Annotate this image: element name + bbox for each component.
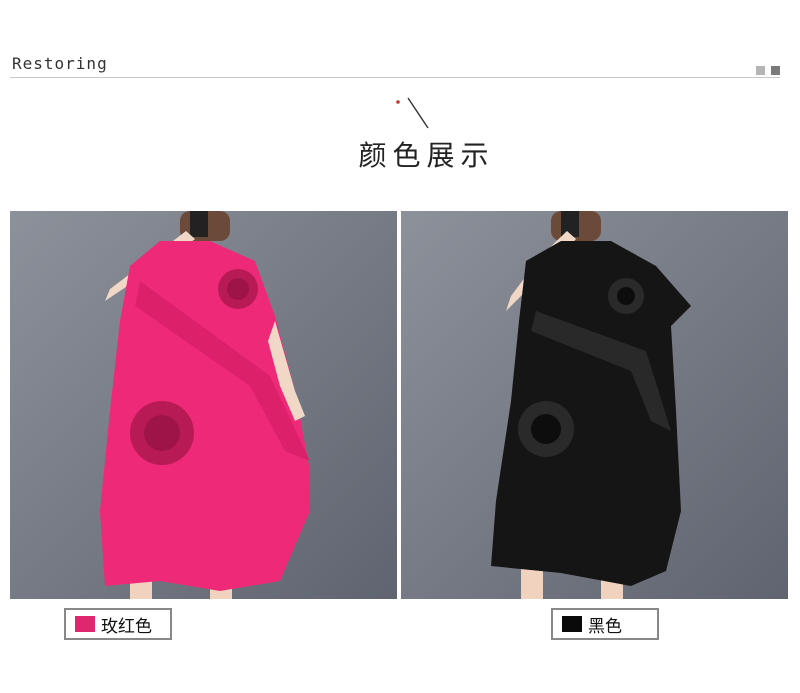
product-photo-black[interactable] — [401, 211, 788, 599]
color-option-rose[interactable]: 玫红色 — [64, 608, 172, 640]
color-label-black: 黑色 — [588, 616, 622, 637]
decor-square-light — [756, 66, 765, 75]
color-swatch-black — [562, 616, 582, 632]
product-photo-rose[interactable] — [10, 211, 397, 599]
color-label-rose: 玫红色 — [101, 616, 152, 637]
decor-square-dark — [771, 66, 780, 75]
section-title: 颜色展示 — [358, 139, 495, 172]
header-divider — [10, 77, 780, 78]
decor-slash-icon — [396, 97, 429, 129]
brand-name: Restoring — [12, 54, 108, 73]
color-swatch-rose — [75, 616, 95, 632]
color-option-black[interactable]: 黑色 — [551, 608, 659, 640]
